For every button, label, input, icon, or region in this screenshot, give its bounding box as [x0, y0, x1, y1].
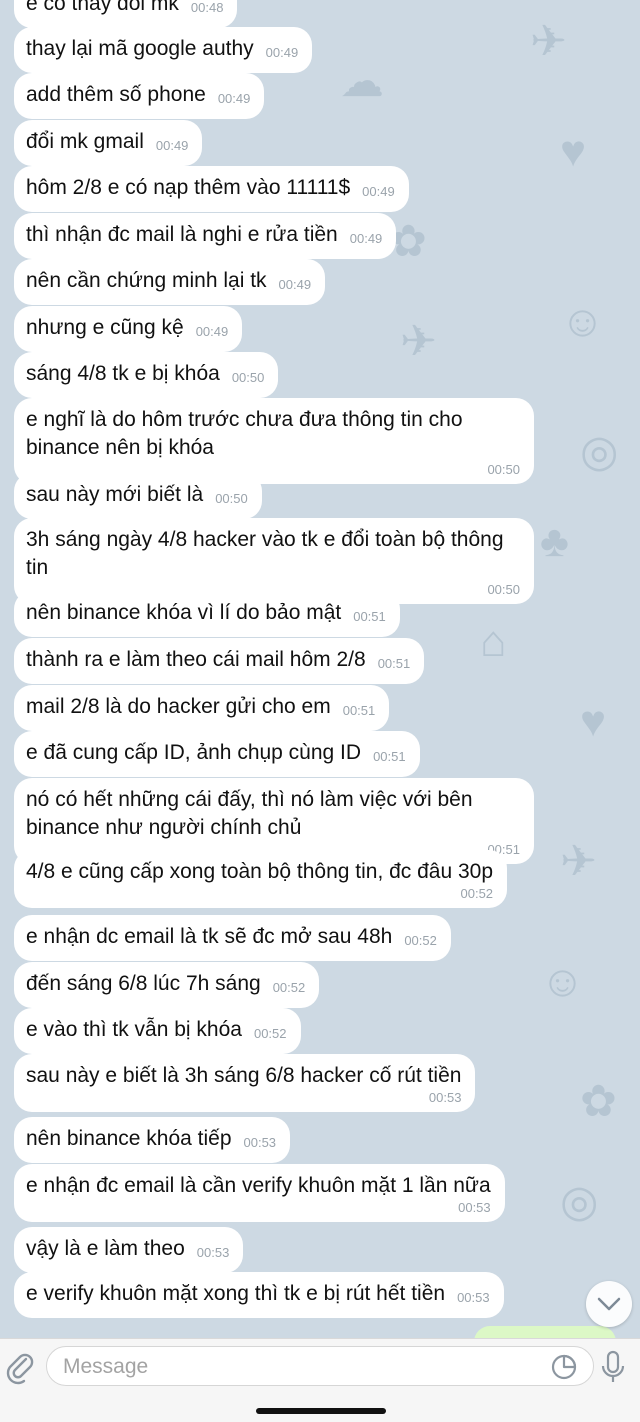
message-bubble[interactable]: e verify khuôn mặt xong thì tk e bị rút …	[14, 1272, 504, 1318]
message-text: mail 2/8 là do hacker gửi cho em	[26, 695, 331, 718]
message-bubble[interactable]: e có thay đổi mk 00:48	[14, 0, 238, 28]
message-time: 00:53	[457, 1290, 490, 1305]
message-time: 00:49	[217, 91, 251, 106]
message-bubble[interactable]: sáng 4/8 tk e bị khóa 00:50	[14, 352, 279, 398]
message-time: 00:52	[460, 886, 494, 901]
message-text: nhưng e cũng kệ	[26, 316, 184, 339]
message-time: 00:51	[353, 609, 386, 624]
message-text: vậy là e làm theo	[26, 1237, 185, 1260]
message-placeholder: Message	[63, 1355, 149, 1378]
message-bubble[interactable]: e nghĩ là do hôm trước chưa đưa thông ti…	[14, 398, 534, 484]
chat-area[interactable]: ✈ ☁ ♥ ✿ ☺ ✈ ◎ ♣ ⌂ ♥ ✈ ☺ ✿ ◎ e có thay đổ…	[0, 0, 640, 1338]
message-text: thay lại mã google authy	[26, 37, 254, 60]
message-text: e nghĩ là do hôm trước chưa đưa thông ti…	[26, 408, 463, 459]
message-time: 00:50	[215, 491, 248, 506]
message-time: 00:49	[155, 138, 189, 153]
message-text: nên cần chứng minh lại tk	[26, 269, 267, 292]
message-input[interactable]: Message	[46, 1346, 594, 1386]
message-bubble[interactable]: thay lại mã google authy 00:49	[14, 27, 313, 73]
message-bubble[interactable]: thành ra e làm theo cái mail hôm 2/8 00:5…	[14, 638, 425, 684]
chevron-down-icon	[597, 1297, 621, 1311]
message-bubble[interactable]: mail 2/8 là do hacker gửi cho em 00:51	[14, 685, 390, 731]
message-bubble[interactable]: 4/8 e cũng cấp xong toàn bộ thông tin, đ…	[14, 850, 508, 908]
message-time: 00:53	[458, 1200, 491, 1215]
message-time: 00:49	[349, 231, 383, 246]
message-text: thì nhận đc mail là nghi e rửa tiền	[26, 223, 338, 246]
message-time: 00:51	[377, 656, 411, 671]
message-text: sau này mới biết là	[26, 483, 204, 506]
message-time: 00:53	[428, 1090, 462, 1105]
message-text: sáng 4/8 tk e bị khóa	[26, 362, 220, 385]
message-time: 00:52	[404, 933, 437, 948]
message-text: hôm 2/8 e có nạp thêm vào 11111$	[26, 176, 351, 199]
message-text: add thêm số phone	[26, 83, 206, 106]
message-text: sau này e biết là 3h sáng 6/8 hacker cố …	[26, 1064, 462, 1087]
scroll-down-button[interactable]	[586, 1281, 632, 1327]
message-bubble[interactable]: add thêm số phone 00:49	[14, 73, 265, 119]
sticker-icon[interactable]	[551, 1354, 577, 1380]
message-time: 00:51	[342, 703, 376, 718]
message-time: 00:49	[278, 277, 312, 292]
message-time: 00:52	[253, 1026, 287, 1041]
message-composer: Message	[0, 1338, 640, 1401]
message-bubble[interactable]: vậy là e làm theo 00:53	[14, 1227, 244, 1273]
outgoing-message-peek	[474, 1326, 616, 1338]
bottom-bar	[0, 1400, 640, 1422]
message-text: thành ra e làm theo cái mail hôm 2/8	[26, 648, 366, 671]
message-bubble[interactable]: nên binance khóa tiếp 00:53	[14, 1117, 291, 1163]
message-text: nên binance khóa vì lí do bảo mật	[26, 601, 342, 624]
message-bubble[interactable]: hôm 2/8 e có nạp thêm vào 11111$ 00:49	[14, 166, 409, 212]
message-text: e verify khuôn mặt xong thì tk e bị rút …	[26, 1282, 446, 1305]
microphone-button[interactable]	[600, 1349, 626, 1387]
message-text: đến sáng 6/8 lúc 7h sáng	[26, 972, 261, 995]
message-bubble[interactable]: đến sáng 6/8 lúc 7h sáng 00:52	[14, 962, 320, 1008]
message-bubble[interactable]: e vào thì tk vẫn bị khóa 00:52	[14, 1008, 301, 1054]
message-text: nó có hết những cái đấy, thì nó làm việc…	[26, 788, 473, 839]
message-bubble[interactable]: e nhận đc email là cần verify khuôn mặt …	[14, 1164, 505, 1222]
message-bubble[interactable]: nên cần chứng minh lại tk 00:49	[14, 259, 326, 305]
message-text: nên binance khóa tiếp	[26, 1127, 232, 1150]
message-time: 00:49	[265, 45, 299, 60]
message-text: 3h sáng ngày 4/8 hacker vào tk e đổi toà…	[26, 528, 504, 579]
microphone-icon	[601, 1350, 625, 1382]
message-text: e nhận dc email là tk sẽ đc mở sau 48h	[26, 925, 393, 948]
message-bubble[interactable]: e nhận dc email là tk sẽ đc mở sau 48h 00…	[14, 915, 451, 961]
message-text: e đã cung cấp ID, ảnh chụp cùng ID	[26, 741, 362, 764]
attach-button[interactable]	[6, 1351, 36, 1387]
message-text: 4/8 e cũng cấp xong toàn bộ thông tin, đ…	[26, 860, 494, 883]
message-bubble[interactable]: sau này mới biết là 00:50	[14, 473, 262, 519]
message-bubble[interactable]: đổi mk gmail 00:49	[14, 120, 203, 166]
message-bubble[interactable]: nhưng e cũng kệ 00:49	[14, 306, 243, 352]
message-time: 00:48	[190, 0, 224, 15]
message-text: e nhận đc email là cần verify khuôn mặt …	[26, 1174, 491, 1197]
message-bubble[interactable]: sau này e biết là 3h sáng 6/8 hacker cố …	[14, 1054, 476, 1112]
message-time: 00:52	[272, 980, 306, 995]
message-time: 00:50	[231, 370, 265, 385]
message-time: 00:49	[195, 324, 229, 339]
message-bubble[interactable]: thì nhận đc mail là nghi e rửa tiền 00:49	[14, 213, 397, 259]
home-indicator	[256, 1408, 386, 1414]
message-bubble[interactable]: nên binance khóa vì lí do bảo mật 00:51	[14, 591, 400, 637]
message-text: e có thay đổi mk	[26, 0, 179, 15]
message-time: 00:49	[362, 184, 395, 199]
paperclip-icon	[6, 1353, 34, 1385]
message-time: 00:53	[196, 1245, 230, 1260]
message-time: 00:51	[373, 749, 406, 764]
message-bubble[interactable]: e đã cung cấp ID, ảnh chụp cùng ID 00:51	[14, 731, 420, 777]
message-time: 00:53	[243, 1135, 277, 1150]
message-text: e vào thì tk vẫn bị khóa	[26, 1018, 242, 1041]
message-text: đổi mk gmail	[26, 130, 144, 153]
